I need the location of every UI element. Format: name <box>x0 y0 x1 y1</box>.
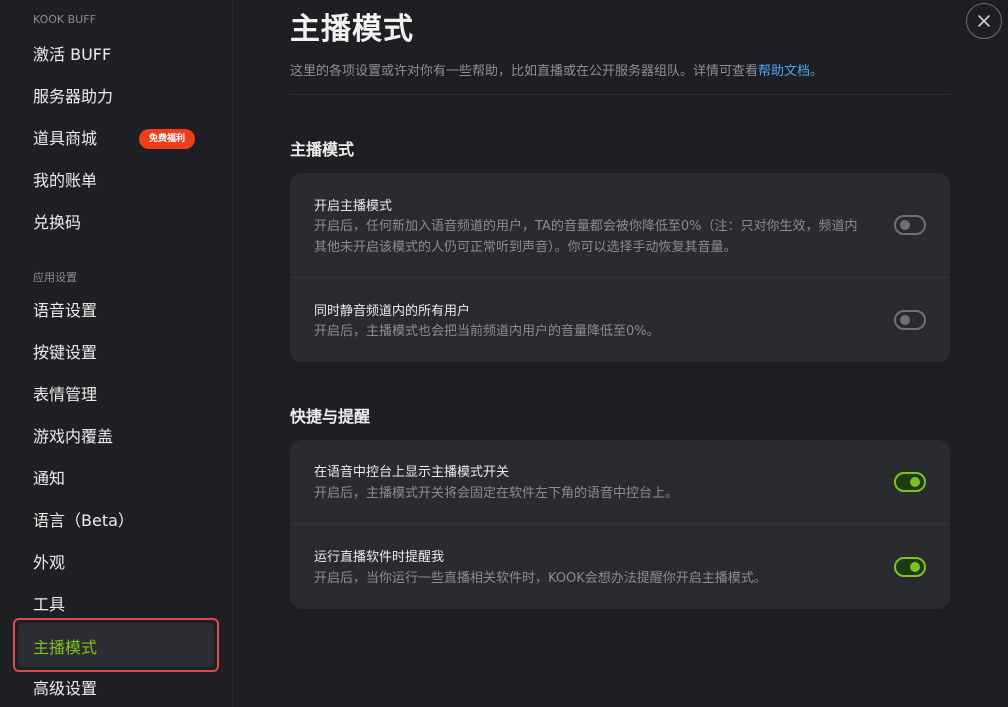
enable-streamer-mode-toggle[interactable] <box>894 215 926 235</box>
sidebar-item-item-shop[interactable]: 道具商城 <box>33 127 97 151</box>
setting-title: 在语音中控台上显示主播模式开关 <box>314 465 510 480</box>
sidebar-item-advanced-settings[interactable]: 高级设置 <box>33 677 97 701</box>
sidebar-group-kook-buff: KOOK BUFF <box>33 13 96 26</box>
sidebar-item-keybinds[interactable]: 按键设置 <box>33 341 97 365</box>
settings-sidebar: KOOK BUFF 激活 BUFF 服务器助力 道具商城 免费福利 我的账单 兑… <box>0 0 233 707</box>
setting-title: 开启主播模式 <box>314 199 393 214</box>
sidebar-item-streamer-mode[interactable]: 主播模式 <box>33 636 97 660</box>
header-divider <box>290 94 950 95</box>
sidebar-item-my-bills[interactable]: 我的账单 <box>33 169 97 193</box>
sidebar-item-voice-settings[interactable]: 语音设置 <box>33 299 97 323</box>
streamer-mode-card: 开启主播模式 开启后，任何新加入语音频道的用户，TA的音量都会被你降低至0%（注… <box>290 173 950 362</box>
setting-description: 开启后，主播模式也会把当前频道内用户的音量降低至0%。 <box>314 324 660 339</box>
setting-title: 同时静音频道内的所有用户 <box>314 304 471 319</box>
remind-when-streaming-toggle[interactable] <box>894 557 926 577</box>
setting-row-mute-all-users: 同时静音频道内的所有用户 开启后，主播模式也会把当前频道内用户的音量降低至0%。 <box>290 277 950 362</box>
free-gift-badge: 免费福利 <box>139 129 196 149</box>
sidebar-item-server-boost[interactable]: 服务器助力 <box>33 85 113 109</box>
toggle-knob <box>910 562 920 572</box>
setting-description: 开启后，任何新加入语音频道的用户，TA的音量都会被你降低至0%（注：只对你生效，… <box>314 219 858 255</box>
mute-all-users-toggle[interactable] <box>894 310 926 330</box>
page-description-suffix: 。 <box>810 64 824 79</box>
sidebar-item-emoji-management[interactable]: 表情管理 <box>33 383 97 407</box>
setting-description: 开启后，主播模式开关将会固定在软件左下角的语音中控台上。 <box>314 486 679 501</box>
toggle-knob <box>900 315 910 325</box>
sidebar-item-tools[interactable]: 工具 <box>33 593 65 617</box>
close-icon <box>978 15 990 27</box>
setting-row-remind-when-streaming: 运行直播软件时提醒我 开启后，当你运行一些直播相关软件时，KOOK会想办法提醒你… <box>290 524 950 609</box>
toggle-knob <box>910 477 920 487</box>
page-description-text: 这里的各项设置或许对你有一些帮助，比如直播或在公开服务器组队。详情可查看 <box>290 64 759 79</box>
toggle-knob <box>900 220 910 230</box>
sidebar-item-appearance[interactable]: 外观 <box>33 551 65 575</box>
sidebar-item-game-overlay[interactable]: 游戏内覆盖 <box>33 425 113 449</box>
shortcuts-card: 在语音中控台上显示主播模式开关 开启后，主播模式开关将会固定在软件左下角的语音中… <box>290 440 950 609</box>
setting-row-show-on-voice-console: 在语音中控台上显示主播模式开关 开启后，主播模式开关将会固定在软件左下角的语音中… <box>290 440 950 524</box>
help-docs-link[interactable]: 帮助文档 <box>758 64 810 79</box>
sidebar-item-redeem-code[interactable]: 兑换码 <box>33 211 81 235</box>
section-title-streamer-mode: 主播模式 <box>290 140 355 159</box>
close-settings-button[interactable] <box>966 3 1002 39</box>
sidebar-item-language[interactable]: 语言（Beta） <box>33 509 134 533</box>
show-on-voice-console-toggle[interactable] <box>894 472 926 492</box>
setting-title: 运行直播软件时提醒我 <box>314 550 445 565</box>
sidebar-item-activate-buff[interactable]: 激活 BUFF <box>33 43 111 67</box>
sidebar-item-notifications[interactable]: 通知 <box>33 467 65 491</box>
setting-description: 开启后，当你运行一些直播相关软件时，KOOK会想办法提醒你开启主播模式。 <box>314 571 767 586</box>
section-title-shortcuts: 快捷与提醒 <box>290 407 371 426</box>
page-title: 主播模式 <box>290 12 414 47</box>
page-description: 这里的各项设置或许对你有一些帮助，比如直播或在公开服务器组队。详情可查看帮助文档… <box>290 60 823 79</box>
setting-row-enable-streamer-mode: 开启主播模式 开启后，任何新加入语音频道的用户，TA的音量都会被你降低至0%（注… <box>290 173 950 277</box>
sidebar-group-app-settings: 应用设置 <box>33 271 77 284</box>
